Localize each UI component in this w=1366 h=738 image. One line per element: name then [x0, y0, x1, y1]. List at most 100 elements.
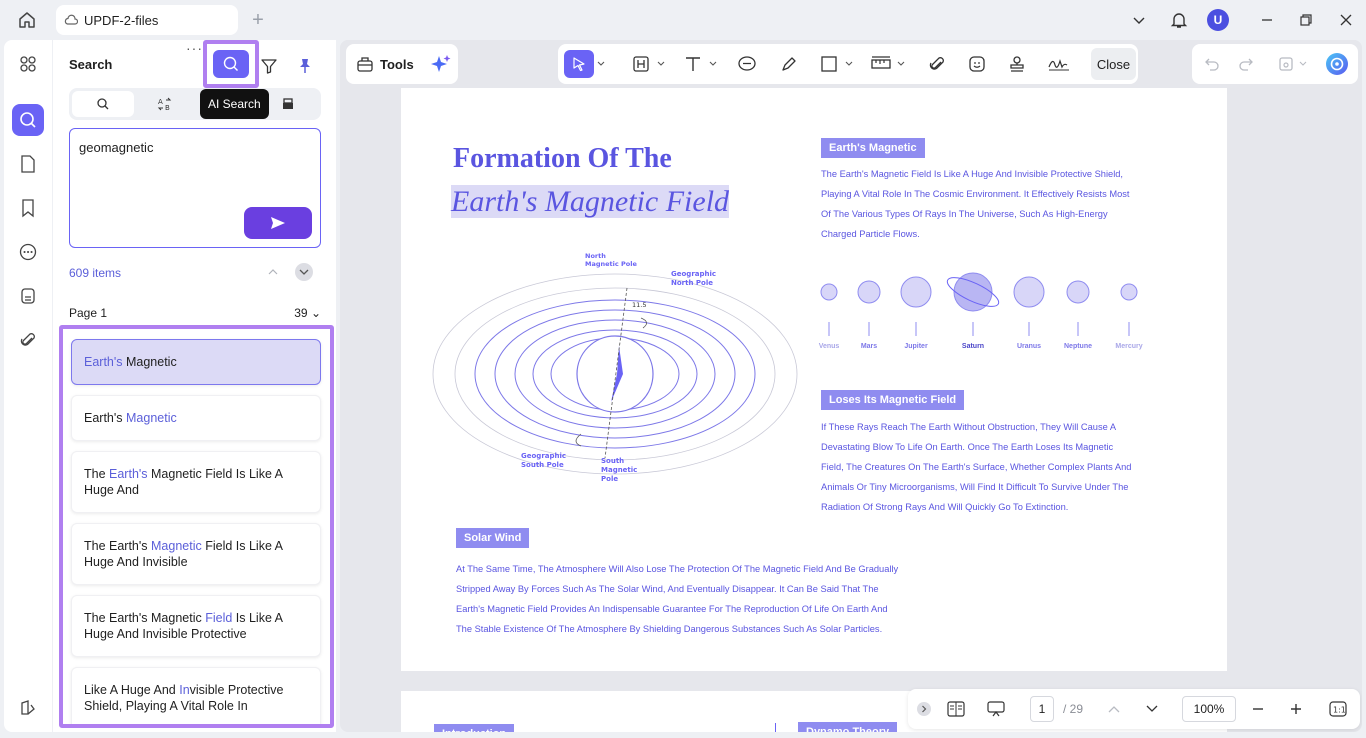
results-highlight: Earth's Magnetic Earth's Magnetic The Eart… — [59, 325, 334, 728]
search-result-item[interactable]: The Earth's Magnetic Field Is Like A Hug… — [71, 451, 321, 513]
previous-result-icon[interactable] — [265, 264, 281, 280]
ai-search-button[interactable] — [213, 50, 249, 78]
page-thumbnails-icon[interactable] — [12, 148, 44, 180]
next-page-icon[interactable] — [1142, 697, 1162, 721]
south-magnetic-label: South Magnetic Pole — [601, 457, 637, 483]
apps-grid-icon[interactable] — [12, 48, 44, 80]
pen-tool-icon[interactable] — [776, 50, 802, 78]
toolbox-icon — [357, 57, 373, 72]
sticker-tool-icon[interactable] — [964, 50, 990, 78]
page-number-input[interactable]: 1 — [1030, 696, 1054, 722]
new-tab-icon[interactable]: + — [248, 10, 268, 30]
undo-icon[interactable] — [1200, 50, 1224, 78]
search-panel: Search ··· AI Search AB geomagnetic 609 … — [52, 40, 336, 732]
match-highlight: Earth's — [109, 467, 148, 481]
search-result-item[interactable]: Like A Huge And Invisible Protective Shi… — [71, 667, 321, 724]
planet-label: Saturn — [961, 343, 985, 350]
save-icon[interactable] — [1276, 50, 1296, 78]
updf-ai-icon[interactable] — [1324, 50, 1350, 78]
highlight-tool-icon[interactable] — [628, 50, 654, 78]
page-group-header[interactable]: Page 1 39 ⌄ — [69, 306, 321, 320]
match-highlight: Magnetic — [126, 411, 177, 425]
pin-icon[interactable] — [293, 54, 317, 78]
redo-icon[interactable] — [1234, 50, 1258, 78]
document-tab-title: UPDF-2-files — [84, 12, 159, 28]
search-icon[interactable] — [12, 104, 44, 136]
chevron-down-icon[interactable] — [844, 50, 854, 78]
avatar[interactable]: U — [1207, 9, 1229, 31]
ai-search-input[interactable]: geomagnetic — [69, 128, 321, 248]
section-tag-loses-field: Loses Its Magnetic Field — [821, 390, 965, 410]
drag-handle-icon[interactable]: ··· — [186, 40, 203, 56]
section1-paragraph: The Earth's Magnetic Field Is Like A Hug… — [821, 169, 1130, 239]
results-count: 609 items — [69, 266, 122, 280]
page2-divider — [775, 723, 776, 732]
next-result-icon[interactable] — [295, 263, 313, 281]
filter-icon[interactable] — [257, 54, 281, 78]
layers-icon[interactable] — [12, 692, 44, 724]
doc-title-line1: Formation Of The — [453, 143, 672, 174]
search-result-item[interactable]: Earth's Magnetic — [71, 395, 321, 441]
search-mode-bar: AB — [69, 88, 321, 120]
search-result-item[interactable]: The Earth's Magnetic Field Is Like A Hug… — [71, 523, 321, 585]
cloud-icon — [64, 14, 78, 26]
svg-text:B: B — [165, 104, 170, 111]
title-bar: UPDF-2-files + U — [0, 0, 1366, 40]
geo-north-label: Geographic North Pole — [671, 270, 716, 287]
comment-icon[interactable] — [12, 236, 44, 268]
page-layout-icon[interactable] — [944, 697, 968, 721]
restore-icon[interactable] — [1293, 8, 1319, 32]
edit-toolbar: Close — [558, 44, 1138, 84]
chevron-down-icon[interactable] — [896, 50, 906, 78]
search-result-item[interactable]: The Earth's Magnetic Field Is Like A Hug… — [71, 595, 321, 657]
bookmark-icon[interactable] — [12, 192, 44, 224]
attachment-icon[interactable] — [12, 324, 44, 356]
chevron-down-icon[interactable] — [596, 50, 606, 78]
minimize-icon[interactable] — [1254, 8, 1280, 32]
stamp-tool-icon[interactable] — [1004, 50, 1030, 78]
document-page[interactable]: Formation Of The Earth's Magnetic Field … — [401, 88, 1227, 671]
stamp-icon[interactable] — [12, 280, 44, 312]
ai-sparkle-icon[interactable] — [430, 54, 452, 74]
zoom-in-icon[interactable] — [1284, 697, 1308, 721]
chevron-down-icon[interactable] — [708, 50, 718, 78]
chevron-down-icon[interactable] — [1126, 8, 1152, 32]
planet-label: Mercury — [1115, 343, 1143, 350]
previous-page-icon[interactable] — [1104, 697, 1124, 721]
signature-tool-icon[interactable] — [1044, 50, 1074, 78]
text-search-tab[interactable] — [72, 91, 134, 117]
select-tool-icon[interactable] — [564, 50, 594, 78]
bell-icon[interactable] — [1166, 8, 1192, 32]
match-highlight: Magnetic — [151, 539, 202, 553]
attach-tool-icon[interactable] — [924, 50, 950, 78]
measure-tool-icon[interactable] — [868, 50, 894, 78]
home-icon[interactable] — [14, 8, 40, 32]
north-magnetic-label: North Magnetic Pole — [585, 252, 637, 268]
section2-paragraph: If These Rays Reach The Earth Without Ob… — [821, 422, 1132, 512]
send-button[interactable] — [244, 207, 312, 239]
text-tool-icon[interactable] — [680, 50, 706, 78]
chevron-down-icon[interactable] — [656, 50, 666, 78]
chevron-down-icon[interactable] — [1298, 50, 1308, 78]
rectangle-tool-icon[interactable] — [816, 50, 842, 78]
search-result-item[interactable]: Earth's Magnetic — [71, 339, 321, 385]
presentation-icon[interactable] — [984, 697, 1008, 721]
planet-label: Jupiter — [904, 343, 928, 350]
document-tab[interactable]: UPDF-2-files — [56, 5, 238, 35]
replace-tab[interactable]: AB — [134, 91, 196, 117]
collapse-icon[interactable] — [916, 697, 932, 721]
actual-size-icon[interactable]: 1:1 — [1326, 697, 1350, 721]
close-window-icon[interactable] — [1333, 8, 1359, 32]
panel-title: Search — [69, 57, 113, 72]
close-edit-button[interactable]: Close — [1091, 48, 1136, 80]
zoom-level[interactable]: 100% — [1182, 696, 1236, 722]
page2-tag-dynamo: Dynamo Theory — [798, 722, 898, 732]
total-pages: / 29 — [1062, 702, 1083, 716]
tools-button[interactable]: Tools — [352, 50, 418, 78]
tools-group: Tools — [346, 44, 458, 84]
zoom-out-icon[interactable] — [1246, 697, 1270, 721]
match-highlight: Earth's — [84, 355, 123, 369]
comment-tool-icon[interactable] — [734, 50, 760, 78]
ai-search-highlight — [203, 40, 259, 88]
search-result-text: Earth's Magnetic — [84, 411, 177, 425]
